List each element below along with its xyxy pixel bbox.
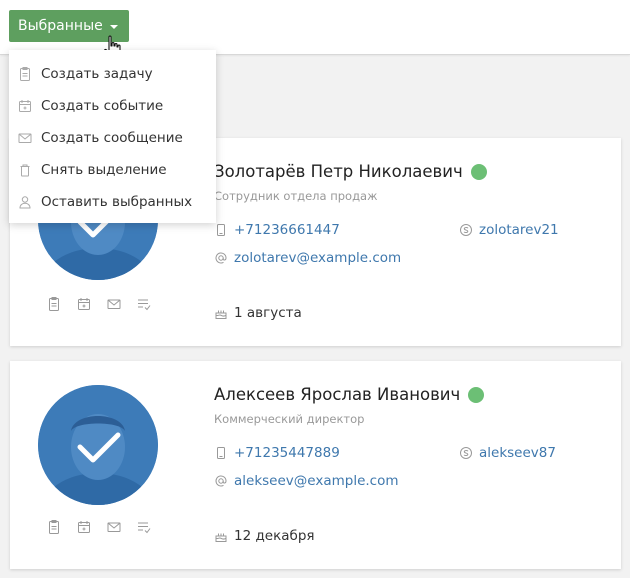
- menu-item-label: Оставить выбранных: [41, 194, 193, 210]
- menu-item-create-message[interactable]: Создать сообщение: [9, 122, 216, 154]
- skype-link[interactable]: zolotarev21: [479, 222, 559, 238]
- task-icon[interactable]: [46, 519, 62, 535]
- menu-item-label: Создать сообщение: [41, 130, 183, 146]
- menu-item-keep-selected[interactable]: Оставить выбранных: [9, 186, 216, 218]
- list-check-icon[interactable]: [136, 296, 152, 312]
- toolbar: Выбранные: [0, 0, 630, 55]
- contact-card[interactable]: Алексеев Ярослав Иванович Коммерческий д…: [10, 361, 621, 569]
- skype-icon: [459, 446, 473, 460]
- contact-name: Алексеев Ярослав Иванович: [214, 385, 485, 404]
- at-sign-icon: [214, 251, 228, 265]
- message-icon[interactable]: [106, 296, 122, 312]
- phone-icon: [214, 223, 228, 237]
- birthday-row: 1 августа: [214, 305, 302, 321]
- skype-row: zolotarev21: [459, 222, 559, 238]
- contact-name-text: Золотарёв Петр Николаевич: [214, 162, 463, 181]
- contact-position: Сотрудник отдела продаж: [214, 189, 378, 203]
- caret-down-icon: [110, 25, 118, 29]
- phone-icon: [214, 446, 228, 460]
- email-row: alekseev@example.com: [214, 473, 399, 489]
- card-actions: [46, 296, 156, 312]
- menu-item-label: Снять выделение: [41, 162, 167, 178]
- phone-link[interactable]: +71236661447: [234, 222, 340, 238]
- cake-icon: [214, 529, 228, 543]
- event-icon[interactable]: [76, 296, 92, 312]
- email-link[interactable]: alekseev@example.com: [234, 473, 399, 489]
- selected-button-label: Выбранные: [18, 18, 103, 34]
- online-status-indicator: [468, 386, 485, 403]
- menu-item-create-task[interactable]: Создать задачу: [9, 58, 216, 90]
- message-icon[interactable]: [106, 519, 122, 535]
- email-link[interactable]: zolotarev@example.com: [234, 250, 401, 266]
- selected-actions-menu: Создать задачу Создать событие Создать с…: [9, 50, 216, 223]
- phone-row: +71235447889: [214, 445, 340, 461]
- contact-name: Золотарёв Петр Николаевич: [214, 162, 487, 181]
- user-icon: [17, 194, 33, 210]
- envelope-icon: [17, 130, 33, 146]
- skype-link[interactable]: alekseev87: [479, 445, 556, 461]
- contact-position: Коммерческий директор: [214, 412, 365, 426]
- avatar[interactable]: [38, 385, 158, 505]
- birthday-text: 1 августа: [234, 305, 302, 321]
- skype-icon: [459, 223, 473, 237]
- contact-name-text: Алексеев Ярослав Иванович: [214, 385, 461, 404]
- email-row: zolotarev@example.com: [214, 250, 401, 266]
- clipboard-icon: [17, 66, 33, 82]
- phone-row: +71236661447: [214, 222, 340, 238]
- menu-item-label: Создать задачу: [41, 66, 153, 82]
- menu-item-create-event[interactable]: Создать событие: [9, 90, 216, 122]
- at-sign-icon: [214, 474, 228, 488]
- card-actions: [46, 519, 156, 535]
- birthday-text: 12 декабря: [234, 528, 315, 544]
- skype-row: alekseev87: [459, 445, 556, 461]
- list-check-icon[interactable]: [136, 519, 152, 535]
- menu-item-clear-selection[interactable]: Снять выделение: [9, 154, 216, 186]
- calendar-add-icon: [17, 98, 33, 114]
- menu-item-label: Создать событие: [41, 98, 164, 114]
- birthday-row: 12 декабря: [214, 528, 315, 544]
- event-icon[interactable]: [76, 519, 92, 535]
- phone-link[interactable]: +71235447889: [234, 445, 340, 461]
- cake-icon: [214, 306, 228, 320]
- trash-icon: [17, 162, 33, 178]
- task-icon[interactable]: [46, 296, 62, 312]
- online-status-indicator: [470, 163, 487, 180]
